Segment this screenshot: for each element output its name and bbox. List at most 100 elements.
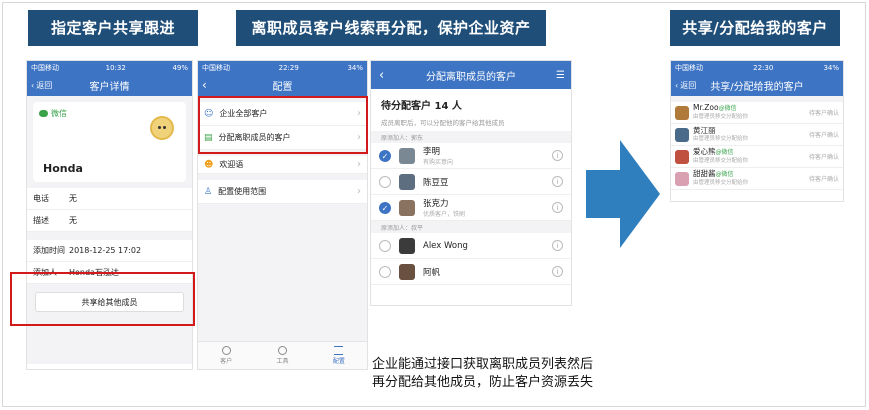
tab-tools[interactable]: 工具	[276, 346, 289, 365]
back-button[interactable]: ‹ 返回	[31, 80, 52, 91]
tab-label: 客户	[220, 358, 233, 365]
customer-row[interactable]: 黄江丽 由管理员移交分配给你 待客户确认	[671, 124, 843, 146]
added-time-label: 添加时间	[33, 246, 65, 255]
cube-icon	[277, 346, 287, 355]
wechat-label: 微信	[51, 109, 67, 118]
nav-bar: ‹ 返回 共享/分配给我的客户	[671, 74, 843, 96]
back-label: 返回	[36, 80, 53, 90]
tab-customers[interactable]: 客户	[220, 346, 232, 365]
page-title: 配置	[272, 81, 293, 93]
pending-title: 待分配客户 14 人	[381, 101, 462, 112]
status-label: 待客户确认	[808, 154, 839, 161]
carrier: 中国移动	[31, 63, 59, 72]
customer-row[interactable]: Alex Wong i	[371, 233, 571, 259]
desc-label: 描述	[33, 216, 49, 225]
highlight-config-menu	[198, 96, 368, 154]
chevron-right-icon: ›	[357, 159, 361, 170]
tab-config[interactable]: 配置	[333, 346, 345, 365]
info-icon[interactable]: i	[552, 150, 563, 161]
desc-value: 无	[69, 216, 77, 225]
checkbox-icon[interactable]	[379, 175, 391, 188]
caption: 企业能通过接口获取离职成员列表然后 再分配给其他成员，防止客户资源丢失	[372, 356, 662, 392]
customer-name: Alex Wong	[423, 240, 468, 251]
info-icon[interactable]: i	[552, 266, 563, 277]
group-header: 原添加人：叔平	[371, 221, 571, 233]
nav-bar: ‹ 返回 客户详情	[27, 74, 192, 96]
clock-icon	[221, 346, 231, 355]
smile-icon: ☻	[204, 159, 214, 170]
checkbox-checked-icon[interactable]: ✓	[379, 201, 391, 214]
customer-sub: 由管理员移交分配给你	[693, 135, 749, 142]
avatar	[399, 147, 415, 164]
info-icon[interactable]: i	[552, 176, 563, 187]
banner-middle: 离职成员客户线索再分配，保护企业资产	[236, 10, 546, 46]
clock: 22:29	[278, 63, 299, 72]
status-bar: 中国移动 22:30 34%	[671, 61, 843, 74]
carrier: 中国移动	[675, 63, 703, 72]
status-label: 待客户确认	[808, 110, 839, 117]
customer-name: 阿帆	[423, 267, 441, 278]
avatar	[675, 149, 689, 164]
customer-row[interactable]: ✓ 张克力 优质客户，铁刷 i	[371, 195, 571, 221]
status-bar: 中国移动 22:29 34%	[198, 61, 367, 74]
group-label: 原添加人：叔平	[381, 225, 424, 232]
menu-item-welcome[interactable]: ☻ 欢迎语 ›	[198, 156, 367, 174]
wechat-icon	[39, 110, 48, 117]
caption-line-1: 企业能通过接口获取离职成员列表然后	[372, 357, 594, 372]
battery: 34%	[347, 63, 363, 72]
back-button[interactable]: ‹	[379, 68, 384, 83]
customer-row[interactable]: 陈豆豆 i	[371, 169, 571, 195]
banner-left: 指定客户共享跟进	[28, 10, 198, 46]
customer-name: 李明	[423, 147, 441, 157]
nav-bar: ‹ 配置	[198, 74, 367, 96]
customer-name: 爱心熊	[693, 147, 716, 156]
info-icon[interactable]: i	[552, 202, 563, 213]
status-label: 待客户确认	[808, 132, 839, 139]
checkbox-icon[interactable]	[379, 265, 391, 278]
caption-line-2: 再分配给其他成员，防止客户资源丢失	[372, 375, 594, 390]
customer-row[interactable]: 阿帆 i	[371, 259, 571, 285]
customer-sub: 由管理员移交分配给你	[693, 114, 749, 120]
menu-icon[interactable]: ☰	[556, 70, 565, 81]
customer-row[interactable]: 爱心熊@微信 由管理员移交分配给你 待客户确认	[671, 146, 843, 168]
page-title: 分配离职成员的客户	[426, 71, 516, 83]
tab-label: 工具	[276, 358, 289, 365]
customer-card: 微信 Honda	[33, 102, 186, 182]
arrow-right-icon	[586, 140, 660, 248]
customer-note: 优质客户，铁刷	[423, 211, 466, 218]
checkbox-checked-icon[interactable]: ✓	[379, 149, 391, 162]
added-time-value: 2018-12-25 17:02	[69, 246, 142, 255]
tab-label: 配置	[332, 358, 345, 365]
status-label: 待客户确认	[808, 176, 839, 183]
card-area: 微信 Honda	[27, 96, 192, 188]
phone-row: 电话 无	[27, 188, 192, 210]
customer-row[interactable]: 甜甜酱@微信 由管理员移交分配给你 待客户确认	[671, 168, 843, 190]
menu-item-label: 欢迎语	[219, 160, 244, 169]
customer-row[interactable]: ✓ 李明 有购买意向 i	[371, 143, 571, 169]
carrier: 中国移动	[202, 63, 230, 72]
avatar	[675, 171, 689, 186]
back-label: 返回	[680, 80, 697, 90]
highlight-share-button	[10, 272, 195, 326]
clock: 22:30	[753, 63, 774, 72]
pending-header: 待分配客户 14 人 成员离职后，可以分配他的客户给其他成员	[371, 89, 571, 131]
checkbox-icon[interactable]	[379, 239, 391, 252]
back-button[interactable]: ‹	[202, 78, 207, 92]
banner-right: 共享/分配给我的客户	[670, 10, 840, 46]
customer-name: Honda	[43, 162, 83, 175]
back-button[interactable]: ‹ 返回	[675, 80, 696, 91]
battery: 49%	[172, 63, 188, 72]
avatar	[675, 105, 689, 120]
added-time-row: 添加时间 2018-12-25 17:02	[27, 240, 192, 262]
customer-name: 黄江丽	[693, 125, 716, 135]
info-icon[interactable]: i	[552, 240, 563, 251]
tab-bar: 客户 工具 配置	[198, 341, 367, 369]
customer-name: 陈豆豆	[423, 177, 449, 188]
wechat-tag: @微信	[715, 171, 734, 178]
avatar	[399, 199, 415, 216]
customer-row[interactable]: Mr.Zoo@微信 由管理员移交分配给你 待客户确认	[671, 102, 843, 124]
avatar	[399, 237, 415, 254]
menu-item-scope[interactable]: ♙ 配置使用范围 ›	[198, 180, 367, 204]
menu-item-label: 配置使用范围	[218, 187, 267, 196]
customer-name: Mr.Zoo	[693, 103, 719, 112]
